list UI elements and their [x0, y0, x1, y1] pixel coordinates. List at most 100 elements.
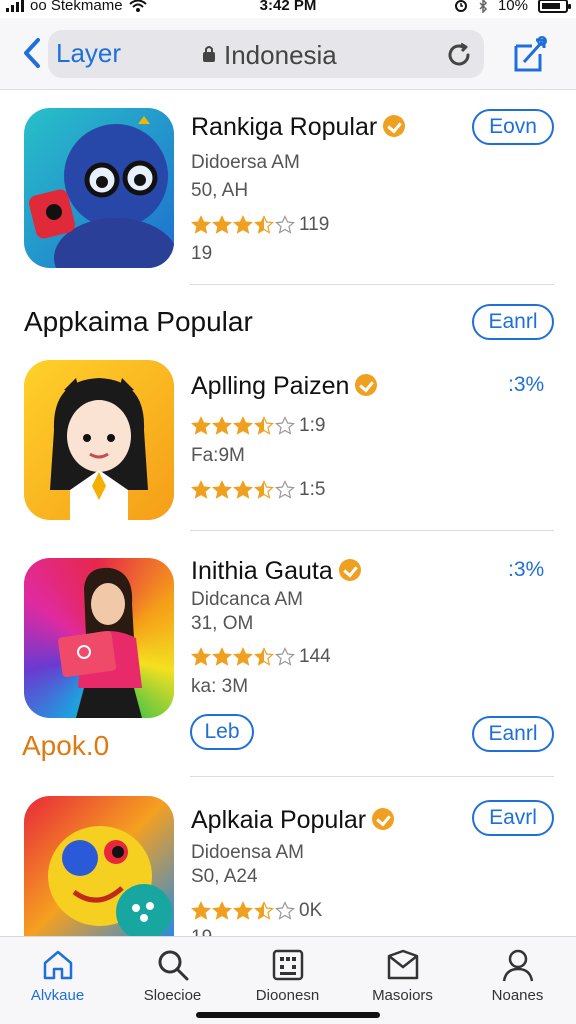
star-rating: [191, 480, 295, 500]
tab-label: Dioonesn: [255, 987, 320, 1004]
app-size: 31, OM: [191, 613, 254, 634]
status-right: 10%: [454, 0, 571, 14]
tab-inbox[interactable]: Masoiors: [345, 947, 460, 1004]
cartoon-creature-icon: [48, 826, 172, 936]
star-icon: [212, 647, 232, 666]
app-rating: 119: [191, 214, 329, 236]
verified-badge-icon: [372, 808, 395, 831]
home-icon: [43, 950, 72, 980]
tab-profile[interactable]: Noanes: [460, 947, 575, 1004]
tab-label: Masoiors: [372, 987, 433, 1004]
star-icon: [233, 480, 253, 499]
girl-with-laptop-icon: [57, 567, 142, 718]
star-rating: [191, 416, 295, 436]
get-button[interactable]: Eavrl: [472, 800, 554, 836]
star-icon: [275, 647, 295, 666]
reload-icon[interactable]: [444, 40, 474, 70]
verified-badge-icon: [383, 115, 406, 138]
star-icon: [191, 416, 211, 435]
app-extra: 19: [191, 927, 212, 936]
app-icon-2: [24, 360, 174, 520]
rating-count: 1:9: [299, 415, 326, 436]
app-icon-3: [24, 558, 174, 718]
verified-badge-icon: [338, 559, 361, 582]
row-divider: [190, 530, 554, 531]
battery-icon: [538, 0, 571, 13]
discount-label: :3%: [508, 558, 545, 581]
star-rating: [191, 901, 295, 921]
compose-icon[interactable]: [510, 34, 550, 74]
cartoon-girl-icon: [50, 378, 148, 520]
app-subtitle: Didcanca AM: [191, 589, 303, 610]
star-icon: [233, 416, 253, 435]
verified-badge-icon: [355, 374, 378, 397]
lock-icon: [203, 46, 215, 62]
star-icon: [254, 647, 274, 666]
back-button-label[interactable]: Layer: [56, 38, 121, 69]
home-indicator: [196, 1012, 380, 1018]
tab-grid[interactable]: Dioonesn: [230, 947, 345, 1004]
app-size: Fa:9M: [191, 445, 245, 466]
app-title-3[interactable]: Inithia Gauta: [191, 557, 361, 586]
app-icon-1: [24, 108, 174, 268]
star-icon: [275, 416, 295, 435]
star-icon: [254, 416, 274, 435]
app-rating: 0K: [191, 900, 322, 922]
bluetooth-icon: [479, 0, 488, 13]
section-title: Appkaima Popular: [24, 306, 253, 337]
star-icon: [275, 480, 295, 499]
browser-nav-bar: Layer Indonesia: [0, 18, 576, 90]
url-text[interactable]: Indonesia: [224, 40, 337, 71]
star-rating: [191, 215, 295, 235]
star-icon: [212, 480, 232, 499]
tab-search[interactable]: Sloecioe: [115, 947, 230, 1004]
tab-label: Noanes: [491, 987, 544, 1004]
app-icon-4: [24, 796, 174, 936]
star-icon: [254, 215, 274, 234]
app-title-2[interactable]: Aplling Paizen: [191, 372, 378, 401]
star-icon: [254, 901, 274, 920]
app-extra: ka: 3M: [191, 676, 249, 697]
rating-count: 1:5: [299, 479, 326, 500]
app-title-text: Inithia Gauta: [191, 557, 333, 585]
get-button[interactable]: Eanrl: [472, 716, 554, 752]
app-title-text: Rankiga Ropular: [191, 113, 378, 141]
app-subtitle: Didoersa AM: [191, 152, 300, 173]
star-icon: [233, 901, 253, 920]
alarm-icon: [454, 0, 467, 12]
app-rating-secondary: 1:5: [191, 479, 325, 501]
tab-home[interactable]: Alvkaue: [0, 947, 115, 1004]
app-size: 50, AH: [191, 180, 249, 201]
app-rating: 144: [191, 646, 331, 668]
avatar-glasses-icon: [28, 116, 174, 268]
star-icon: [233, 215, 253, 234]
app-size: S0, A24: [191, 866, 258, 887]
grid-icon: [272, 949, 303, 981]
status-bar: oo Stekmame 3:42 PM 10%: [0, 0, 576, 18]
app-title-4[interactable]: Aplkaia Popular: [191, 806, 395, 835]
app-title-text: Aplkaia Popular: [191, 806, 367, 834]
get-button[interactable]: Eovn: [472, 109, 554, 145]
app-extra: 19: [191, 243, 213, 264]
battery-percent: 10%: [497, 0, 528, 14]
tab-label: Sloecioe: [143, 987, 202, 1004]
person-icon: [502, 949, 533, 982]
promo-label: Apok.0: [22, 730, 110, 761]
star-icon: [233, 647, 253, 666]
back-chevron-icon[interactable]: [20, 36, 44, 70]
star-icon: [254, 480, 274, 499]
app-title-1[interactable]: Rankiga Ropular: [191, 113, 406, 142]
row-divider: [190, 776, 554, 777]
secondary-button[interactable]: Leb: [190, 714, 254, 750]
star-icon: [275, 901, 295, 920]
tab-bar: Alvkaue Sloecioe Dioonesn Masoiors Noane…: [0, 936, 576, 1024]
star-icon: [191, 480, 211, 499]
star-icon: [191, 215, 211, 234]
app-title-text: Aplling Paizen: [191, 372, 350, 400]
app-subtitle: Didoensa AM: [191, 842, 305, 863]
star-icon: [191, 901, 211, 920]
app-rating: 1:9: [191, 415, 325, 437]
section-get-button[interactable]: Eanrl: [472, 304, 554, 340]
row-divider: [190, 284, 554, 285]
star-rating: [191, 647, 295, 667]
